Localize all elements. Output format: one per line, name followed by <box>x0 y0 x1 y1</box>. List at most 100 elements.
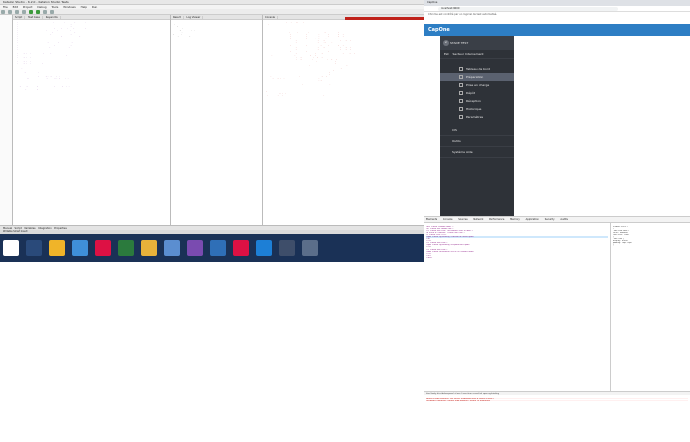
group-label: Outils <box>452 139 461 143</box>
avatar: ST <box>443 40 449 46</box>
code-area[interactable]: import static com.kms.katalon.core.check… <box>13 20 170 92</box>
sidebar-item-label: Prise en charge <box>466 83 490 87</box>
user-name: STADE TEST <box>450 41 469 45</box>
sidebar-item-parametres[interactable]: Paramètres <box>440 113 514 121</box>
tab-test-case[interactable]: Test Case <box>26 16 43 19</box>
sidebar-item-label: Réception <box>466 99 481 103</box>
style-rule-line: } <box>613 244 615 246</box>
console-line: Session ID: 6a3f0d2b9c8e4b7a1c5d <box>265 96 296 98</box>
undo-icon[interactable] <box>14 10 19 14</box>
depot-icon <box>459 91 463 95</box>
save-icon[interactable] <box>7 10 12 14</box>
code-line: WebUI.verifyMatch(message, 'Tableau de b… <box>15 88 65 90</box>
test-step-tree[interactable]: Test Cases/Shot/TC-01 openBrowser("") navi… <box>171 20 262 39</box>
sidebar-item-preparation[interactable]: Préparation <box>440 73 514 81</box>
settings-icon <box>459 115 463 119</box>
browser-tab[interactable]: CapOne <box>427 1 437 4</box>
spy-icon[interactable] <box>49 10 54 14</box>
vscode-icon[interactable] <box>255 240 272 256</box>
tab-result[interactable]: Result <box>171 16 184 19</box>
sidebar-item-label: Dépôt <box>466 91 476 95</box>
script-editor[interactable]: Script Test Case Keywords import static … <box>13 15 171 225</box>
terminal-icon[interactable] <box>278 240 295 256</box>
app-header: CapOne <box>424 24 690 36</box>
word-icon[interactable] <box>163 240 180 256</box>
test-result-panel: Result Log Viewer Test Cases/Shot/TC-01 o… <box>171 15 263 225</box>
chrome-browser-window: CapOne localhost:9000 Chrome est contrôl… <box>424 0 690 441</box>
sidebar-item-label: Préparation <box>466 75 484 79</box>
teams-icon[interactable] <box>186 240 203 256</box>
search-icon[interactable] <box>25 240 42 256</box>
test-step-item: verifyMatch(message) <box>173 36 193 38</box>
record-icon[interactable] <box>42 10 47 14</box>
chrome-icon[interactable] <box>140 240 157 256</box>
debug-icon[interactable] <box>35 10 40 14</box>
mail-icon[interactable] <box>71 240 88 256</box>
user-menu[interactable]: ST STADE TEST <box>440 36 514 50</box>
tab-script[interactable]: Script <box>13 16 26 19</box>
tab-sources[interactable]: Sources <box>458 218 467 221</box>
app-sidebar: ST STADE TEST Est Secteur Internement Ta… <box>440 36 514 216</box>
tab-console[interactable]: Console <box>263 16 278 19</box>
automation-infobar: Chrome est contrôlé par un logiciel de t… <box>424 12 690 18</box>
katalon-ide-window: Katalon Studio - 6.2.0 - Katalon Studio … <box>0 0 424 234</box>
tab-security[interactable]: Security <box>545 218 555 221</box>
settings-icon[interactable] <box>301 240 318 256</box>
tab-network[interactable]: Network <box>473 218 483 221</box>
console-output: 2019-06-03 10:15:24 - [TEST_CASE][FAILED… <box>263 20 424 100</box>
desktop-background <box>0 262 424 441</box>
failure-progress-bar <box>345 17 424 20</box>
reception-icon <box>459 99 463 103</box>
address-bar[interactable]: localhost:9000 <box>438 7 618 11</box>
excel-icon[interactable] <box>117 240 134 256</box>
sidebar-group-outils[interactable]: Outils <box>440 136 514 147</box>
tab-log-viewer[interactable]: Log Viewer <box>184 16 204 19</box>
tab-application[interactable]: Application <box>526 218 539 221</box>
sidebar-item-reception[interactable]: Réception <box>440 97 514 105</box>
tab-performance[interactable]: Performance <box>489 218 504 221</box>
office-icon[interactable] <box>94 240 111 256</box>
file-explorer-icon[interactable] <box>48 240 65 256</box>
truck-icon <box>459 83 463 87</box>
capone-logo[interactable]: CapOne <box>428 27 450 33</box>
devtools-panel: Elements Console Sources Network Perform… <box>424 216 690 441</box>
sidebar-item-label: Tableau de bord <box>466 67 490 71</box>
run-icon[interactable] <box>28 10 33 14</box>
sidebar-item-label: Historique <box>466 107 482 111</box>
sidebar-item-historique[interactable]: Historique <box>440 105 514 113</box>
dom-tree[interactable]: <div class="sidebar-panel"> <ul class="n… <box>424 223 610 391</box>
tab-keywords[interactable]: Keywords <box>43 16 61 19</box>
site-label: Est <box>444 52 449 56</box>
outlook-icon[interactable] <box>209 240 226 256</box>
test-explorer-panel[interactable] <box>0 15 13 225</box>
group-label: CIS <box>452 128 457 132</box>
windows-taskbar <box>0 234 424 262</box>
tab-console[interactable]: Console <box>443 218 453 221</box>
console-error: Uncaught TypeError: Cannot read property… <box>426 399 688 402</box>
group-label: Système Aide <box>452 150 473 154</box>
tab-memory[interactable]: Memory <box>510 218 520 221</box>
site-value: Secteur Internement <box>452 52 484 56</box>
sidebar-group-cis[interactable]: CIS <box>440 125 514 136</box>
devtools-console-drawer: Failed to load resource: the server resp… <box>424 395 690 442</box>
sidebar-item-prise-en-charge[interactable]: Prise en charge <box>440 81 514 89</box>
preparation-icon <box>459 75 463 79</box>
console-panel: Console 2019-06-03 10:15:24 - [TEST_CASE… <box>263 15 424 225</box>
katalon-icon[interactable] <box>232 240 249 256</box>
styles-pane[interactable]: element.style {} .nav-item span { color: … <box>610 223 690 391</box>
windows-start-icon[interactable] <box>3 240 19 256</box>
sidebar-item-label: Paramètres <box>466 115 484 119</box>
tab-audits[interactable]: Audits <box>560 218 568 221</box>
redo-icon[interactable] <box>21 10 26 14</box>
sidebar-item-tableau-de-bord[interactable]: Tableau de bord <box>440 65 514 73</box>
dom-node: </div> <box>426 256 433 259</box>
app-content-area <box>514 36 690 216</box>
sidebar-item-depot[interactable]: Dépôt <box>440 89 514 97</box>
site-row[interactable]: Est Secteur Internement <box>440 50 514 59</box>
sidebar-group-systeme[interactable]: Système Aide <box>440 147 514 158</box>
tab-elements[interactable]: Elements <box>426 218 437 221</box>
dashboard-icon <box>459 67 463 71</box>
app-left-gutter <box>424 36 440 216</box>
history-icon <box>459 107 463 111</box>
new-icon[interactable] <box>1 10 5 14</box>
